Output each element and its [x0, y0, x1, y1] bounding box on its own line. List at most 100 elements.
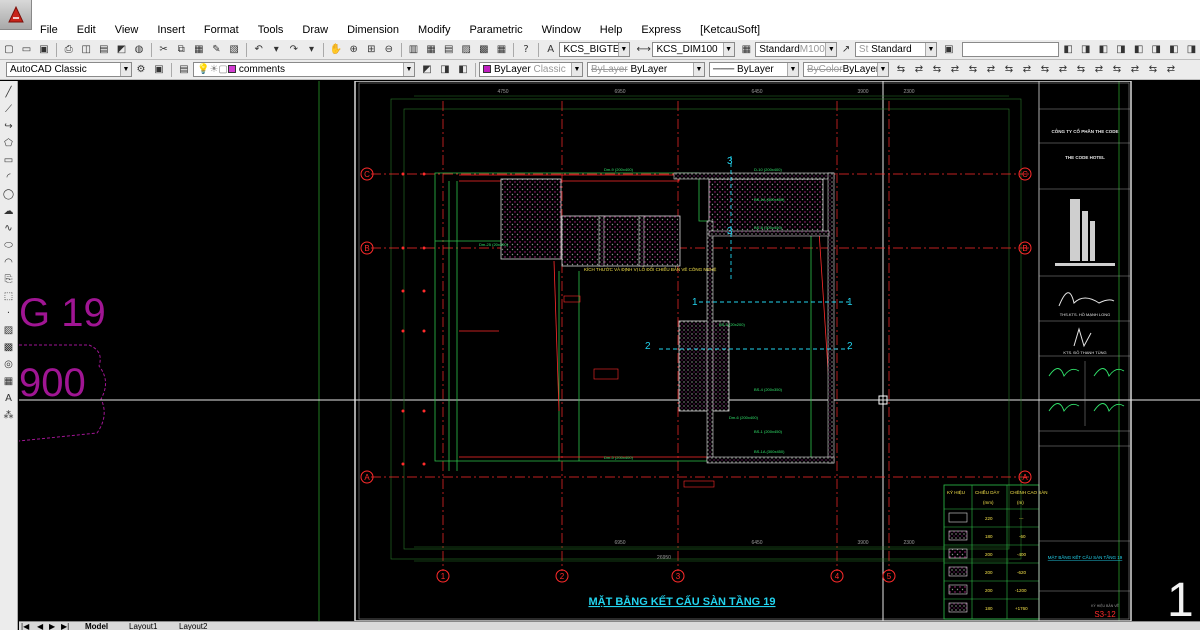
- linetype-dropdown[interactable]: ByLayer ByLayer ▼: [587, 62, 705, 77]
- dim-tool-icon[interactable]: ⇄: [983, 62, 999, 77]
- zoom-window-icon[interactable]: ⊞: [363, 42, 379, 57]
- dim-tool-icon[interactable]: ⇆: [1109, 62, 1125, 77]
- menu-parametric[interactable]: Parametric: [469, 24, 531, 36]
- layer-tool-icon[interactable]: ◨: [1113, 42, 1129, 57]
- copy-icon[interactable]: ⧉: [173, 42, 189, 57]
- spline-icon[interactable]: ∿: [2, 222, 16, 236]
- hatch-icon[interactable]: ▨: [2, 324, 16, 338]
- dim-tool-icon[interactable]: ⇄: [1091, 62, 1107, 77]
- menu-edit[interactable]: Edit: [77, 24, 105, 36]
- sheet-set-icon[interactable]: ▨: [458, 42, 474, 57]
- circle-icon[interactable]: ◯: [2, 188, 16, 202]
- zoom-previous-icon[interactable]: ⊖: [381, 42, 397, 57]
- globe-icon[interactable]: ◍: [131, 42, 147, 57]
- ellipse-arc-icon[interactable]: ◠: [2, 256, 16, 270]
- dim-tool-icon[interactable]: ⇆: [1037, 62, 1053, 77]
- quickcalc-icon[interactable]: ▦: [494, 42, 510, 57]
- plot-preview-icon[interactable]: ◫: [78, 42, 94, 57]
- command-input[interactable]: [961, 42, 1060, 57]
- tab-nav-prev-icon[interactable]: ◀: [37, 622, 43, 630]
- table-style-icon[interactable]: ▦: [739, 42, 755, 57]
- design-center-icon[interactable]: ▦: [423, 42, 439, 57]
- menu-modify[interactable]: Modify: [418, 24, 459, 36]
- multileader-style-icon[interactable]: ↗: [838, 42, 854, 57]
- text-style-dropdown[interactable]: KCS_BIGTEX ▼: [559, 42, 630, 57]
- arc-icon[interactable]: ◜: [2, 171, 16, 185]
- insert-block-icon[interactable]: ⎘: [2, 273, 16, 287]
- tab-layout2[interactable]: Layout2: [179, 622, 207, 630]
- dim-tool-icon[interactable]: ⇄: [911, 62, 927, 77]
- table-style-dropdown[interactable]: StandardM100 ▼: [755, 42, 838, 57]
- dim-tool-icon[interactable]: ⇆: [1145, 62, 1161, 77]
- 3d-dwf-icon[interactable]: ◩: [114, 42, 130, 57]
- paste-icon[interactable]: ▦: [191, 42, 207, 57]
- menu-dimension[interactable]: Dimension: [347, 24, 408, 36]
- layer-tool-icon[interactable]: ◧: [1131, 42, 1147, 57]
- menu-ketcausoft[interactable]: [KetcauSoft]: [700, 24, 769, 36]
- menu-format[interactable]: Format: [204, 24, 248, 36]
- tab-nav-last-icon[interactable]: ▶|: [61, 622, 69, 630]
- tab-model[interactable]: Model: [85, 622, 108, 630]
- line-icon[interactable]: ╱: [2, 86, 16, 100]
- menu-draw[interactable]: Draw: [302, 24, 337, 36]
- match-properties-icon[interactable]: ✎: [209, 42, 225, 57]
- pan-icon[interactable]: ✋: [328, 42, 344, 57]
- plotstyle-dropdown[interactable]: ByColorByLayer ▼: [803, 62, 889, 77]
- menu-insert[interactable]: Insert: [157, 24, 194, 36]
- mtext-icon[interactable]: A: [2, 392, 16, 406]
- add-selected-icon[interactable]: ⁂: [2, 409, 16, 423]
- dim-tool-icon[interactable]: ⇆: [1001, 62, 1017, 77]
- menu-window[interactable]: Window: [542, 24, 590, 36]
- make-current-icon[interactable]: ◩: [419, 62, 435, 77]
- drawing-canvas[interactable]: G 19 900 C B A C B A 1 2 3 4 5 4750 6950…: [19, 81, 1200, 621]
- layer-tool-icon[interactable]: ◨: [1078, 42, 1094, 57]
- polygon-icon[interactable]: ⬠: [2, 137, 16, 151]
- polyline-icon[interactable]: ↪: [2, 120, 16, 134]
- dim-tool-icon[interactable]: ⇄: [1019, 62, 1035, 77]
- layer-previous-icon[interactable]: ◨: [437, 62, 453, 77]
- layer-tool-icon[interactable]: ◨: [1184, 42, 1200, 57]
- dim-tool-icon[interactable]: ⇆: [1073, 62, 1089, 77]
- dim-tool-icon[interactable]: ⇆: [929, 62, 945, 77]
- tab-nav-next-icon[interactable]: ▶: [49, 622, 55, 630]
- redo-icon[interactable]: ↷: [286, 42, 302, 57]
- dimension-style-dropdown[interactable]: KCS_DIM100 ▼: [652, 42, 735, 57]
- color-dropdown[interactable]: ByLayer Classic ▼: [479, 62, 583, 77]
- rectangle-icon[interactable]: ▭: [2, 154, 16, 168]
- dim-tool-icon[interactable]: ⇆: [893, 62, 909, 77]
- layer-tool-icon[interactable]: ◧: [1096, 42, 1112, 57]
- workspace-icon[interactable]: ▣: [151, 62, 167, 77]
- markup-icon[interactable]: ▩: [476, 42, 492, 57]
- tool-palettes-icon[interactable]: ▤: [441, 42, 457, 57]
- multileader-style-dropdown[interactable]: St Standard ▼: [854, 42, 938, 57]
- dim-tool-icon[interactable]: ⇄: [1055, 62, 1071, 77]
- region-icon[interactable]: ◎: [2, 358, 16, 372]
- layer-tool-icon[interactable]: ◧: [1060, 42, 1076, 57]
- publish-icon[interactable]: ▤: [96, 42, 112, 57]
- undo-dropdown-icon[interactable]: ▾: [268, 42, 284, 57]
- dim-tool-icon[interactable]: ⇄: [1163, 62, 1179, 77]
- layer-tool-icon[interactable]: ◨: [1148, 42, 1164, 57]
- menu-view[interactable]: View: [115, 24, 148, 36]
- cut-icon[interactable]: ✂: [156, 42, 172, 57]
- menu-tools[interactable]: Tools: [258, 24, 293, 36]
- gradient-icon[interactable]: ▩: [2, 341, 16, 355]
- tab-nav-first-icon[interactable]: |◀: [21, 622, 29, 630]
- help-icon[interactable]: ?: [518, 42, 534, 57]
- point-icon[interactable]: ·: [2, 307, 16, 321]
- save-icon[interactable]: ▣: [36, 42, 52, 57]
- menu-help[interactable]: Help: [600, 24, 632, 36]
- redo-dropdown-icon[interactable]: ▾: [304, 42, 320, 57]
- properties-icon[interactable]: ▥: [406, 42, 422, 57]
- dimension-style-icon[interactable]: ⟷: [636, 42, 652, 57]
- lineweight-dropdown[interactable]: ─── ByLayer ▼: [709, 62, 799, 77]
- menu-express[interactable]: Express: [641, 24, 690, 36]
- dim-tool-icon[interactable]: ⇄: [1127, 62, 1143, 77]
- layer-state-icon[interactable]: ◧: [455, 62, 471, 77]
- new-file-icon[interactable]: ▢: [1, 42, 17, 57]
- text-style-icon[interactable]: A: [543, 42, 559, 57]
- table-icon[interactable]: ▦: [2, 375, 16, 389]
- revision-cloud-icon[interactable]: ☁: [2, 205, 16, 219]
- application-menu-button[interactable]: [0, 0, 32, 30]
- dim-tool-icon[interactable]: ⇄: [947, 62, 963, 77]
